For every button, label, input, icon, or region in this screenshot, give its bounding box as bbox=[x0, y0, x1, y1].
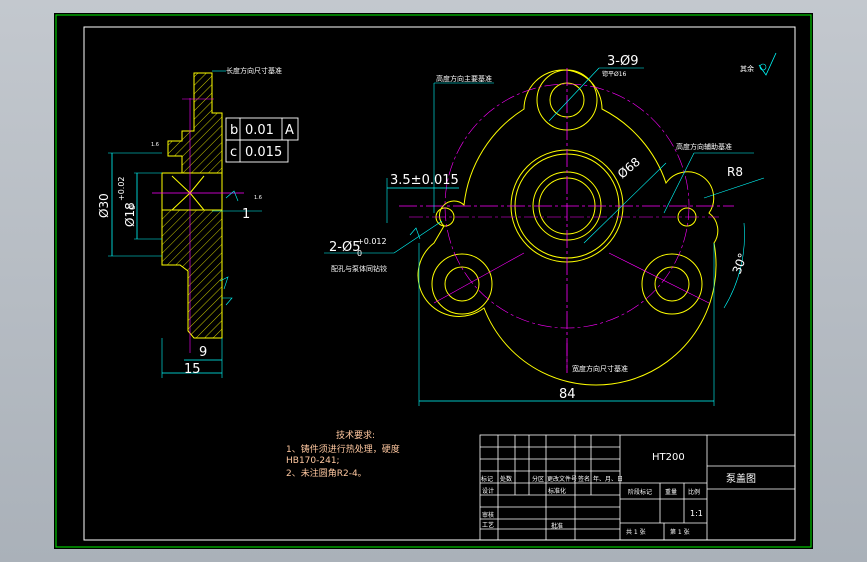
dia-30-label: Ø30 bbox=[97, 193, 111, 218]
dim-15-label: 15 bbox=[184, 362, 201, 377]
header-cell-docno: 更改文件号 bbox=[547, 475, 577, 483]
roughness-symbol bbox=[758, 52, 777, 76]
sheets-total: 共 1 张 bbox=[626, 528, 646, 536]
title-block bbox=[479, 434, 796, 541]
left-boss-hole bbox=[444, 266, 480, 302]
scale-value: 1:1 bbox=[690, 509, 703, 518]
tol-symbol-c: c bbox=[230, 145, 237, 160]
cad-drawing: 长度方向尺寸基准 b 0.01 A c 0.015 Ø30 Ø18 +0.02 … bbox=[55, 14, 812, 548]
pin-tol-lower: 0 bbox=[357, 249, 362, 258]
hole-leader-diag bbox=[548, 67, 600, 122]
roughness-circle bbox=[759, 63, 767, 71]
roughness-note-1: 1.6 bbox=[151, 142, 159, 148]
header-cell-zone: 分区 bbox=[532, 475, 544, 483]
tech-notes-title: 技术要求: bbox=[336, 429, 375, 441]
tol-datum-a: A bbox=[285, 123, 294, 138]
row-label-design: 设计 bbox=[482, 487, 494, 495]
angle-label: 30° bbox=[730, 251, 750, 276]
outer-frame bbox=[55, 14, 812, 548]
side-lower-section bbox=[161, 209, 223, 339]
pin-holes-label: 2-Ø5 bbox=[329, 240, 360, 255]
right-boss-outer bbox=[641, 253, 703, 315]
tol-value-2: 0.015 bbox=[245, 145, 282, 160]
aux-datum-note: 高度方向辅助基准 bbox=[676, 142, 732, 151]
dia-18-tol-lower: 0 bbox=[128, 205, 137, 210]
drawing-sheet: 长度方向尺寸基准 b 0.01 A c 0.015 Ø30 Ø18 +0.02 … bbox=[54, 13, 813, 549]
material-label: HT200 bbox=[652, 452, 685, 463]
left-diag-centerline bbox=[433, 252, 525, 304]
datum-1-label: 1 bbox=[242, 207, 250, 222]
pin-tol-upper: +0.012 bbox=[357, 237, 387, 246]
side-bore bbox=[161, 172, 223, 211]
tech-note-line-1: 1、铸件须进行热处理，硬度 bbox=[286, 443, 400, 455]
tech-note-line-3: 2、未注圆角R2-4。 bbox=[286, 467, 367, 479]
header-cell-sign: 签名 bbox=[578, 475, 590, 483]
r8-leader bbox=[703, 177, 765, 199]
left-boss-outer bbox=[431, 253, 493, 315]
stage-label-mark: 阶段标记 bbox=[628, 488, 652, 496]
roughness-note-2: 1.6 bbox=[254, 195, 262, 201]
title-block-frame bbox=[479, 434, 796, 541]
aux-datum-leader bbox=[663, 152, 695, 214]
mid-label-approve: 批准 bbox=[551, 522, 563, 530]
width-datum-note: 宽度方向尺寸基准 bbox=[572, 364, 628, 373]
side-upper-section bbox=[167, 72, 223, 174]
header-cell-mark: 标记 bbox=[481, 475, 493, 483]
tol-symbol-b: b bbox=[230, 123, 238, 138]
pin-leader-diag bbox=[393, 220, 443, 254]
length-datum-note: 长度方向尺寸基准 bbox=[226, 66, 282, 75]
dim-9-label: 9 bbox=[199, 345, 207, 360]
row-label-review: 审核 bbox=[482, 511, 494, 519]
dia-18-tol-upper: +0.02 bbox=[117, 176, 126, 201]
roughness-mark-3 bbox=[222, 297, 233, 306]
roughness-mark-pin bbox=[409, 227, 421, 240]
height-datum-note: 高度方向主要基准 bbox=[436, 74, 492, 83]
header-cell-count: 处数 bbox=[500, 475, 512, 483]
dim-84-label: 84 bbox=[559, 387, 576, 402]
row-label-process: 工艺 bbox=[482, 521, 494, 529]
tech-note-line-2: HB170-241; bbox=[286, 456, 340, 466]
stage-label-weight: 重量 bbox=[665, 488, 677, 496]
holes-label: 3-Ø9 bbox=[607, 54, 638, 69]
front-view bbox=[324, 52, 777, 406]
pin-note: 配孔与泵体同钻铰 bbox=[331, 264, 387, 273]
dia-68-label: Ø68 bbox=[615, 155, 643, 182]
stage-label-scale: 比例 bbox=[688, 488, 700, 496]
roughness-mark-1 bbox=[225, 190, 239, 202]
dim-3-5-label: 3.5±0.015 bbox=[390, 173, 459, 188]
r8-label: R8 bbox=[727, 165, 743, 179]
holes-sublabel: 锪平Ø16 bbox=[602, 70, 627, 78]
roughness-other-note: 其余 bbox=[740, 64, 754, 73]
header-cell-date: 年、月、日 bbox=[593, 475, 623, 483]
right-boss-hole bbox=[654, 266, 690, 302]
sheet-number: 第 1 张 bbox=[670, 528, 690, 536]
part-name-label: 泵盖图 bbox=[726, 472, 756, 485]
mid-label-std: 标准化 bbox=[548, 487, 566, 495]
tol-value-1: 0.01 bbox=[245, 123, 274, 138]
